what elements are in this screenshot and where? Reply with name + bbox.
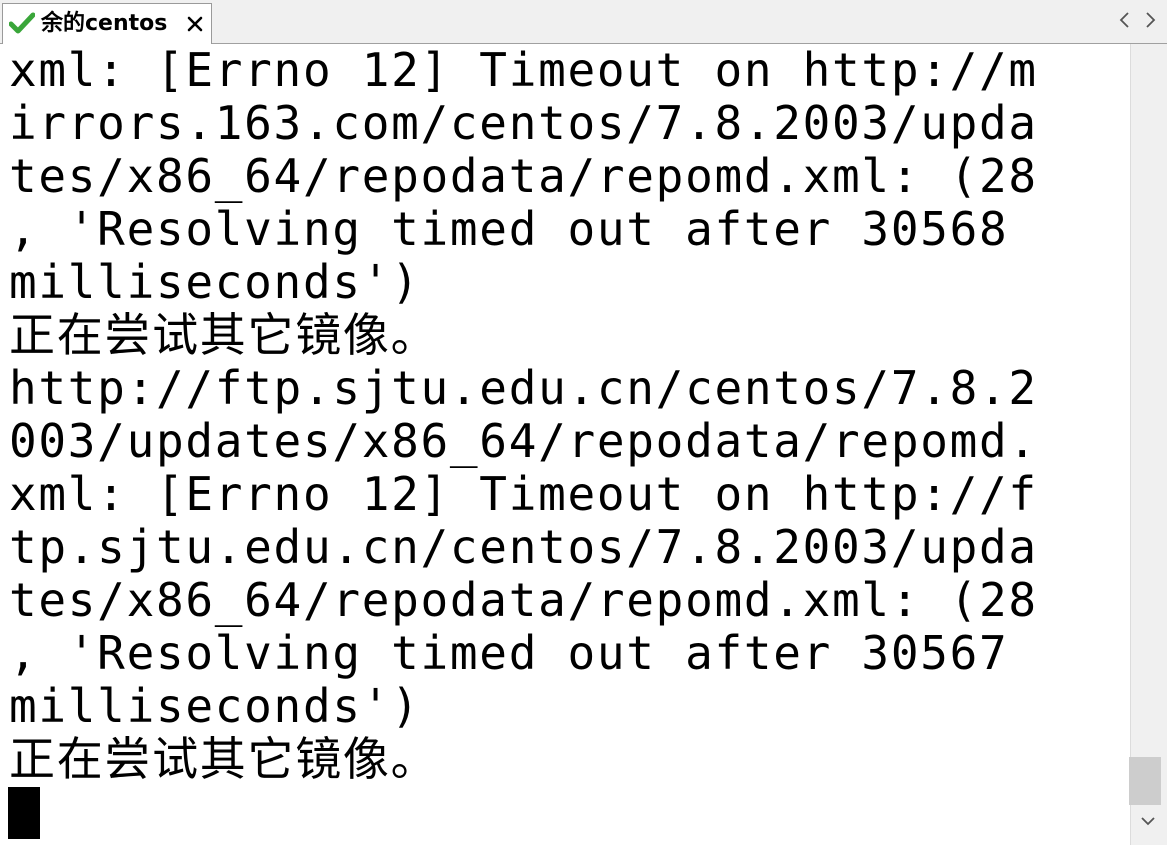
terminal-cursor	[8, 787, 40, 839]
tab-bar: 余的centos	[0, 0, 1167, 44]
tab-title: 余的centos	[41, 11, 168, 36]
terminal-line: 正在尝试其它镜像。	[9, 308, 439, 362]
checkmark-icon	[9, 12, 35, 34]
terminal-line: xml: [Errno 12] Timeout on http://m	[9, 44, 1038, 97]
session-tab[interactable]: 余的centos	[2, 3, 212, 44]
close-icon[interactable]	[185, 14, 205, 34]
terminal-line: http://ftp.sjtu.edu.cn/centos/7.8.2	[9, 361, 1038, 415]
terminal-line: tp.sjtu.edu.cn/centos/7.8.2003/upda	[9, 520, 1038, 574]
vertical-scrollbar[interactable]	[1130, 44, 1167, 845]
terminal-line: tes/x86_64/repodata/repomd.xml: (28	[9, 573, 1038, 627]
terminal-line: xml: [Errno 12] Timeout on http://f	[9, 467, 1038, 521]
terminal-line: milliseconds')	[9, 255, 421, 309]
terminal-line: milliseconds')	[9, 679, 421, 733]
terminal-line: , 'Resolving timed out after 30568	[9, 202, 1009, 256]
terminal-line: irrors.163.com/centos/7.8.2003/upda	[9, 96, 1038, 150]
terminal-line: tes/x86_64/repodata/repomd.xml: (28	[9, 149, 1038, 203]
chevron-right-icon[interactable]	[1142, 10, 1158, 30]
chevron-down-icon[interactable]	[1139, 812, 1157, 830]
terminal-line: , 'Resolving timed out after 30567	[9, 626, 1009, 680]
terminal-line: 正在尝试其它镜像。	[9, 732, 439, 786]
terminal-output[interactable]: xml: [Errno 12] Timeout on http://m irro…	[0, 44, 1130, 845]
terminal-line: 003/updates/x86_64/repodata/repomd.	[9, 414, 1038, 468]
chevron-left-icon[interactable]	[1117, 10, 1133, 30]
scrollbar-thumb[interactable]	[1129, 757, 1161, 805]
